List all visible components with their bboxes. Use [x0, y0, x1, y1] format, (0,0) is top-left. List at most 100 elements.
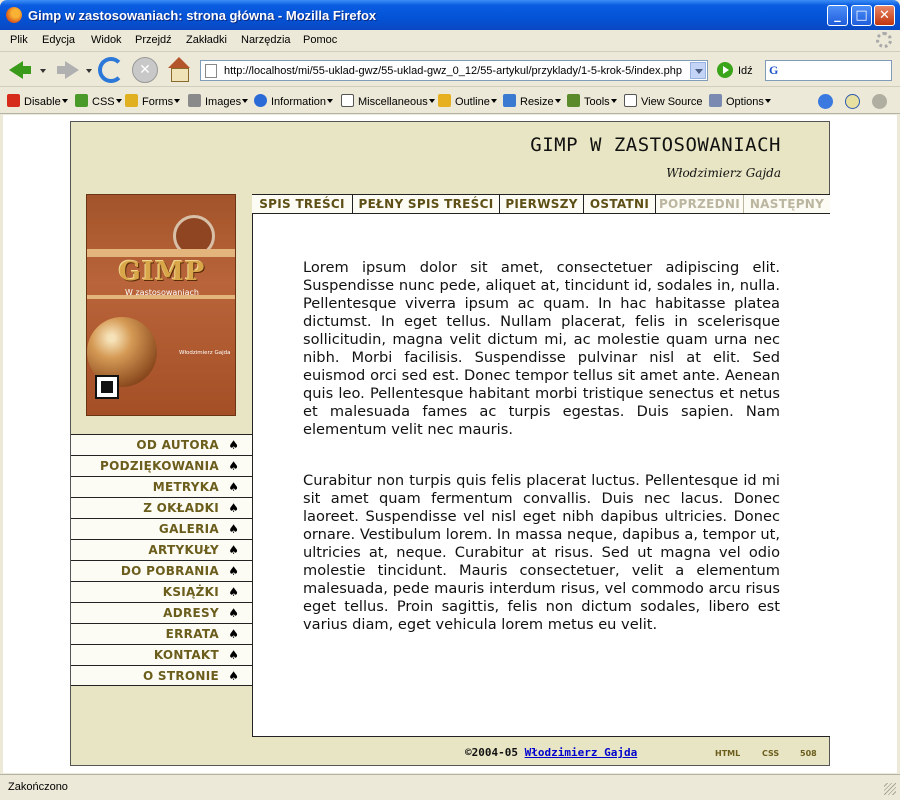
stop-icon[interactable]: ✕ — [132, 57, 158, 83]
back-arrow-icon[interactable] — [8, 57, 34, 83]
window-titlebar[interactable]: Gimp w zastosowaniach: strona główna - M… — [0, 0, 900, 30]
left-menu-label[interactable]: Z OKŁADKI — [143, 501, 219, 515]
section-508-badge[interactable]: 508 — [800, 749, 817, 758]
left-menu-label[interactable]: O STRONIE — [143, 669, 219, 683]
left-menu-label[interactable]: GALERIA — [159, 522, 219, 536]
back-history-dropdown-icon[interactable] — [40, 69, 46, 73]
left-menu-label[interactable]: ERRATA — [166, 627, 219, 641]
spade-icon: ♠ — [228, 564, 239, 578]
menu-pomoc[interactable]: Pomoc — [303, 34, 337, 46]
dev-options-menu[interactable]: Options — [709, 94, 771, 108]
menu-zakladki[interactable]: Zakładki — [186, 34, 227, 46]
images-icon — [188, 94, 201, 107]
forward-arrow-icon[interactable] — [54, 57, 80, 83]
spade-icon: ♠ — [228, 459, 239, 473]
spade-icon: ♠ — [228, 501, 239, 515]
nav-ostatni[interactable]: OSTATNI — [584, 195, 656, 213]
nav-pelny-spis-tresci[interactable]: PEŁNY SPIS TREŚCI — [353, 195, 500, 213]
menu-edycja[interactable]: Edycja — [42, 34, 75, 46]
options-icon — [709, 94, 722, 107]
resize-icon — [503, 94, 516, 107]
menu-przejdz[interactable]: Przejdź — [135, 34, 172, 46]
validate-check-icon[interactable] — [818, 94, 833, 109]
home-icon[interactable] — [166, 57, 192, 83]
go-icon[interactable] — [717, 62, 733, 78]
dev-view-source-button[interactable]: View Source — [624, 94, 703, 108]
author-link[interactable]: Włodzimierz Gajda — [525, 746, 638, 759]
dev-css-menu[interactable]: CSS — [75, 94, 122, 108]
left-menu-item[interactable]: METRYKA ♠ — [71, 476, 252, 497]
resize-grip-icon[interactable] — [884, 783, 896, 795]
top-navigation: SPIS TREŚCI PEŁNY SPIS TREŚCI PIERWSZY O… — [252, 194, 830, 213]
left-menu-label[interactable]: ADRESY — [163, 606, 219, 620]
footer-copyright: ©2004-05 Włodzimierz Gajda — [465, 746, 637, 759]
left-menu-item[interactable]: KONTAKT ♠ — [71, 644, 252, 665]
book-cover-image[interactable]: GIMP W zastosowaniach Włodzimierz Gajda — [86, 194, 236, 416]
left-menu-item[interactable]: DO POBRANIA ♠ — [71, 560, 252, 581]
url-history-dropdown-icon[interactable] — [690, 62, 706, 79]
spade-icon: ♠ — [228, 585, 239, 599]
left-menu-item[interactable]: ERRATA ♠ — [71, 623, 252, 644]
left-menu-item[interactable]: GALERIA ♠ — [71, 518, 252, 539]
search-input[interactable]: G — [765, 60, 892, 81]
play-icon[interactable] — [872, 94, 887, 109]
close-button[interactable]: ✕ — [874, 5, 895, 26]
spade-icon: ♠ — [228, 522, 239, 536]
css-icon — [75, 94, 88, 107]
html-valid-badge[interactable]: HTML — [715, 749, 740, 758]
forward-history-dropdown-icon[interactable] — [86, 69, 92, 73]
left-menu-label[interactable]: KSIĄŻKI — [163, 585, 219, 599]
information-icon — [254, 94, 267, 107]
reload-icon[interactable] — [98, 57, 124, 83]
left-menu-item[interactable]: ADRESY ♠ — [71, 602, 252, 623]
dev-resize-menu[interactable]: Resize — [503, 94, 561, 108]
url-text[interactable]: http://localhost/mi/55-uklad-gwz/55-ukla… — [224, 65, 682, 77]
left-menu-item[interactable]: ARTYKUŁY ♠ — [71, 539, 252, 560]
left-menu-label[interactable]: ARTYKUŁY — [148, 543, 219, 557]
left-menu-item[interactable]: PODZIĘKOWANIA ♠ — [71, 455, 252, 476]
url-field[interactable]: http://localhost/mi/55-uklad-gwz/55-ukla… — [200, 60, 708, 81]
nav-spis-tresci[interactable]: SPIS TREŚCI — [252, 195, 353, 213]
menu-narzedzia[interactable]: Narzędzia — [241, 34, 291, 46]
site-page: GIMP W ZASTOSOWANIACH Włodzimierz Gajda … — [70, 121, 830, 766]
css-valid-badge[interactable]: CSS — [762, 749, 779, 758]
left-menu-label[interactable]: DO POBRANIA — [121, 564, 219, 578]
dev-outline-menu[interactable]: Outline — [438, 94, 497, 108]
menubar: Plik Edycja Widok Przejdź Zakładki Narzę… — [0, 30, 900, 52]
cover-stripe-lower — [87, 295, 235, 299]
minimize-button[interactable]: _ — [827, 5, 848, 26]
forms-icon — [125, 94, 138, 107]
maximize-button[interactable]: □ — [851, 5, 872, 26]
left-menu-item[interactable]: O STRONIE ♠ — [71, 665, 252, 686]
menu-widok[interactable]: Widok — [91, 34, 122, 46]
page-viewport: GIMP W ZASTOSOWANIACH Włodzimierz Gajda … — [3, 115, 897, 773]
left-menu-label[interactable]: OD AUTORA — [136, 438, 219, 452]
info-icon[interactable] — [845, 94, 860, 109]
spade-icon: ♠ — [228, 438, 239, 452]
left-menu-item[interactable]: Z OKŁADKI ♠ — [71, 497, 252, 518]
cover-author: Włodzimierz Gajda — [179, 350, 231, 356]
navigation-toolbar: ✕ http://localhost/mi/55-uklad-gwz/55-uk… — [0, 53, 900, 87]
left-menu-label[interactable]: KONTAKT — [154, 648, 219, 662]
left-menu-label[interactable]: METRYKA — [153, 480, 219, 494]
content-paragraph: Lorem ipsum dolor sit amet, consectetuer… — [303, 259, 780, 438]
dev-forms-menu[interactable]: Forms — [125, 94, 181, 108]
miscellaneous-icon — [341, 94, 354, 107]
dev-disable-menu[interactable]: Disable — [7, 94, 68, 108]
view-source-icon — [624, 94, 637, 107]
google-search-icon[interactable]: G — [769, 63, 785, 78]
spade-icon: ♠ — [228, 648, 239, 662]
left-menu-label[interactable]: PODZIĘKOWANIA — [100, 459, 219, 473]
go-button-label[interactable]: Idź — [738, 65, 753, 77]
disable-icon — [7, 94, 20, 107]
dev-information-menu[interactable]: Information — [254, 94, 334, 108]
left-menu-item[interactable]: OD AUTORA ♠ — [71, 434, 252, 455]
spade-icon: ♠ — [228, 543, 239, 557]
dev-images-menu[interactable]: Images — [188, 94, 249, 108]
menu-plik[interactable]: Plik — [10, 34, 28, 46]
nav-pierwszy[interactable]: PIERWSZY — [500, 195, 584, 213]
dev-tools-menu[interactable]: Tools — [567, 94, 617, 108]
left-menu-item[interactable]: KSIĄŻKI ♠ — [71, 581, 252, 602]
nav-poprzedni: POPRZEDNI — [656, 195, 744, 213]
dev-miscellaneous-menu[interactable]: Miscellaneous — [341, 94, 435, 108]
